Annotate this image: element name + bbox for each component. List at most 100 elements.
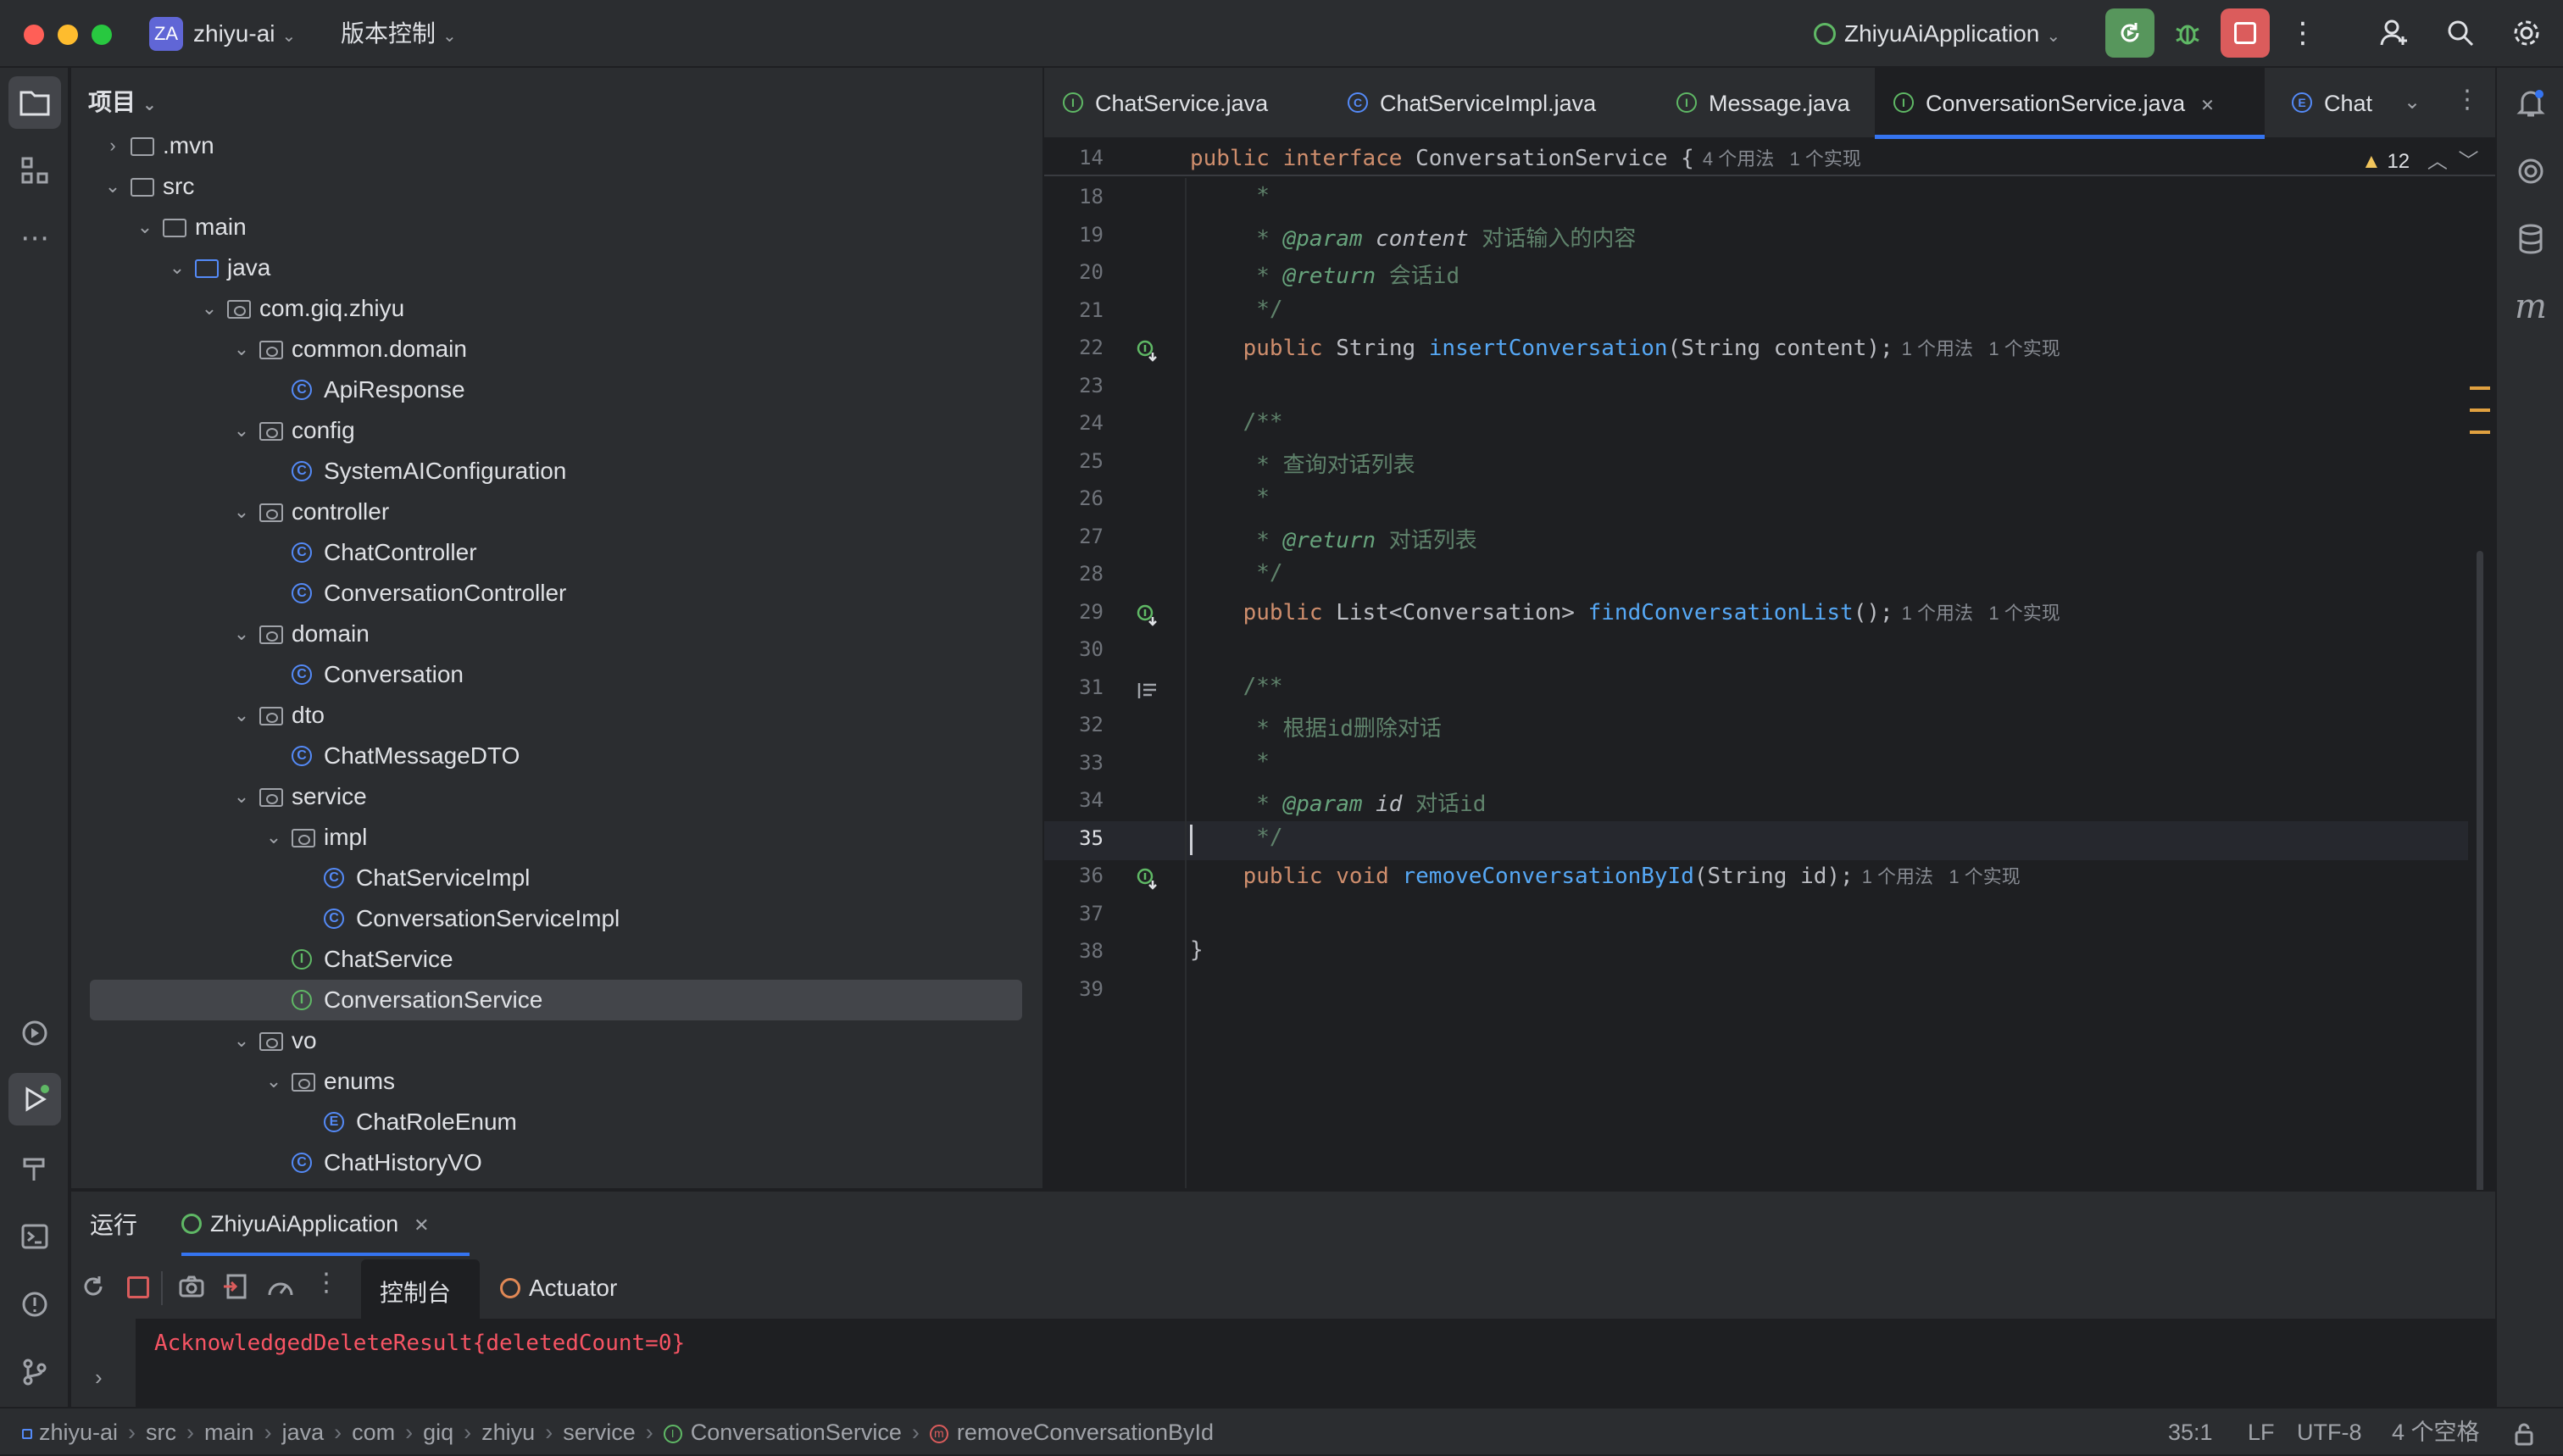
- breadcrumb-item[interactable]: giq: [423, 1420, 453, 1445]
- rerun-button[interactable]: [2105, 8, 2154, 58]
- tree-item-systemaiconfiguration[interactable]: C SystemAIConfiguration: [90, 451, 1022, 492]
- tree-item-java[interactable]: ⌄ java: [90, 247, 1022, 288]
- tree-item-dto[interactable]: ⌄ dto: [90, 695, 1022, 736]
- tree-item-chatcontroller[interactable]: C ChatController: [90, 532, 1022, 573]
- breadcrumb-item[interactable]: zhiyu: [481, 1420, 535, 1445]
- breadcrumb-item[interactable]: ConversationService: [691, 1420, 902, 1445]
- add-user-button[interactable]: [2370, 8, 2419, 58]
- tab-more-icon[interactable]: ⋮: [2455, 85, 2480, 114]
- editor-tab[interactable]: C ChatServiceImpl.java: [1329, 68, 1643, 139]
- search-button[interactable]: [2436, 8, 2485, 58]
- services-tool-button[interactable]: [8, 1007, 61, 1059]
- problems-tool-button[interactable]: [8, 1278, 61, 1331]
- tree-item-src[interactable]: ⌄ src: [90, 166, 1022, 207]
- git-tool-button[interactable]: [8, 1346, 61, 1398]
- console-tab[interactable]: 控制台: [361, 1259, 480, 1319]
- chevron-down-icon[interactable]: ⌄: [264, 1061, 283, 1102]
- chevron-down-icon[interactable]: ⌄: [264, 817, 283, 858]
- tree-item-vo[interactable]: ⌄ vo: [90, 1020, 1022, 1061]
- ai-assistant-button[interactable]: [2505, 146, 2556, 197]
- tree-item--mvn[interactable]: › .mvn: [90, 125, 1022, 166]
- breadcrumb-item[interactable]: zhiyu-ai: [39, 1420, 118, 1445]
- more-actions-icon[interactable]: ⋮: [314, 1268, 339, 1298]
- warning-marker[interactable]: [2470, 408, 2490, 412]
- rerun-button[interactable]: [80, 1273, 110, 1303]
- indent-setting[interactable]: 4 个空格: [2392, 1409, 2480, 1456]
- tree-item-apiresponse[interactable]: C ApiResponse: [90, 370, 1022, 410]
- chevron-down-icon[interactable]: ⌄: [232, 614, 251, 654]
- tree-item-chatmessagedto[interactable]: C ChatMessageDTO: [90, 736, 1022, 776]
- chevron-down-icon[interactable]: ⌄: [136, 207, 154, 247]
- chevron-down-icon[interactable]: ⌄: [232, 695, 251, 736]
- minimize-window-icon[interactable]: [58, 25, 78, 45]
- debug-button[interactable]: [2163, 8, 2212, 58]
- tree-item-com-giq-zhiyu[interactable]: ⌄ com.giq.zhiyu: [90, 288, 1022, 329]
- tree-item-chatserviceimpl[interactable]: C ChatServiceImpl: [90, 858, 1022, 898]
- run-tool-button[interactable]: [8, 1073, 61, 1125]
- notifications-button[interactable]: [2505, 78, 2556, 129]
- warning-marker[interactable]: [2470, 386, 2490, 390]
- code-area[interactable]: 18 * 19 * @param content 对话输入的内容 20 * @ret…: [1044, 178, 2495, 1188]
- implemented-in-icon[interactable]: [1136, 867, 1159, 891]
- close-window-icon[interactable]: [24, 25, 44, 45]
- usage-hint[interactable]: 1 个用法 1 个实现: [1902, 603, 2060, 624]
- tree-item-enums[interactable]: ⌄ enums: [90, 1061, 1022, 1102]
- run-config-selector[interactable]: ZhiyuAiApplication ⌄: [1814, 0, 2060, 68]
- editor-tab[interactable]: I ConversationService.java ✕: [1875, 68, 2265, 139]
- breadcrumb-item[interactable]: com: [352, 1420, 395, 1445]
- build-tool-button[interactable]: [8, 1142, 61, 1195]
- tree-item-chatservice[interactable]: I ChatService: [90, 939, 1022, 980]
- breadcrumb-item[interactable]: src: [146, 1420, 176, 1445]
- zoom-window-icon[interactable]: [92, 25, 112, 45]
- project-badge[interactable]: ZA: [149, 17, 183, 51]
- caret-position[interactable]: 35:1: [2168, 1409, 2213, 1456]
- dump-threads-button[interactable]: [178, 1273, 205, 1304]
- editor-tab[interactable]: E Chat: [2273, 68, 2375, 139]
- chevron-down-icon[interactable]: ⌄: [232, 492, 251, 532]
- tab-list-chevron-icon[interactable]: ⌄: [2404, 90, 2421, 114]
- vcs-menu[interactable]: 版本控制 ⌄: [341, 0, 457, 68]
- breadcrumb-item[interactable]: java: [282, 1420, 325, 1445]
- tree-item-chatroleenum[interactable]: E ChatRoleEnum: [90, 1102, 1022, 1142]
- terminal-tool-button[interactable]: [8, 1210, 61, 1263]
- tree-item-chathistoryvo[interactable]: C ChatHistoryVO: [90, 1142, 1022, 1183]
- stop-button[interactable]: [2221, 8, 2270, 58]
- more-tools-icon[interactable]: ⋯: [8, 212, 61, 264]
- chevron-down-icon[interactable]: ⌄: [200, 288, 219, 329]
- file-encoding[interactable]: UTF-8: [2297, 1409, 2362, 1456]
- editor-tab[interactable]: I Message.java: [1658, 68, 1853, 139]
- close-tab-icon[interactable]: ✕: [2200, 97, 2215, 115]
- breadcrumb-item[interactable]: service: [563, 1420, 636, 1445]
- sticky-header[interactable]: 14 public interface ConversationService …: [1044, 139, 2495, 176]
- lock-icon[interactable]: [2514, 1409, 2534, 1456]
- chevron-down-icon[interactable]: ⌄: [232, 776, 251, 817]
- implemented-in-icon[interactable]: [1136, 339, 1159, 363]
- tree-item-common-domain[interactable]: ⌄ common.domain: [90, 329, 1022, 370]
- project-tool-button[interactable]: [8, 76, 61, 129]
- render-doc-icon[interactable]: [1136, 679, 1159, 703]
- tree-item-controller[interactable]: ⌄ controller: [90, 492, 1022, 532]
- chevron-down-icon[interactable]: ⌄: [168, 247, 186, 288]
- tree-item-conversationcontroller[interactable]: C ConversationController: [90, 573, 1022, 614]
- tree-item-conversationserviceimpl[interactable]: C ConversationServiceImpl: [90, 898, 1022, 939]
- profiler-button[interactable]: [266, 1273, 295, 1304]
- tree-item-config[interactable]: ⌄ config: [90, 410, 1022, 451]
- tree-item-main[interactable]: ⌄ main: [90, 207, 1022, 247]
- actuator-tab[interactable]: Actuator: [500, 1273, 617, 1307]
- chevron-right-icon[interactable]: ›: [95, 1364, 103, 1391]
- usage-hint[interactable]: 1 个用法 1 个实现: [1862, 866, 2021, 887]
- more-actions-icon[interactable]: ⋮: [2278, 8, 2327, 58]
- tree-item-service[interactable]: ⌄ service: [90, 776, 1022, 817]
- stop-icon[interactable]: [127, 1276, 149, 1298]
- vertical-scrollbar[interactable]: [2477, 551, 2483, 1246]
- editor-tab[interactable]: I ChatService.java: [1044, 68, 1307, 139]
- console-output[interactable]: AcknowledgedDeleteResult{deletedCount=0}: [136, 1319, 2495, 1409]
- structure-tool-button[interactable]: [8, 144, 61, 197]
- next-highlight-icon[interactable]: ﹀: [2458, 150, 2478, 173]
- exit-button[interactable]: [222, 1273, 249, 1304]
- tree-item-domain[interactable]: ⌄ domain: [90, 614, 1022, 654]
- warning-marker[interactable]: [2470, 431, 2490, 434]
- run-tab[interactable]: ZhiyuAiApplication ✕: [181, 1192, 430, 1256]
- chevron-down-icon[interactable]: ⌄: [232, 410, 251, 451]
- chevron-right-icon[interactable]: ›: [103, 125, 122, 166]
